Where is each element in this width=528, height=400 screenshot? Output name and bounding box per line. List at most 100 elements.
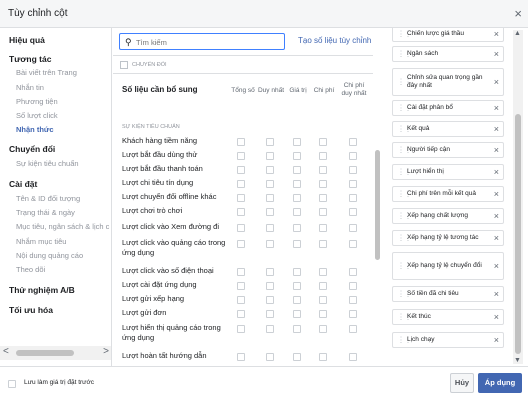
event-checkbox-total[interactable]: [237, 310, 245, 318]
remove-icon[interactable]: ×: [494, 189, 499, 199]
event-checkbox-cost[interactable]: [319, 138, 327, 146]
event-checkbox-unique-cost[interactable]: [349, 268, 357, 276]
event-checkbox-cost[interactable]: [319, 282, 327, 290]
event-checkbox-unique[interactable]: [266, 138, 274, 146]
event-checkbox-value[interactable]: [293, 138, 301, 146]
sidebar-section-conversions[interactable]: Chuyển đổi: [9, 144, 55, 154]
event-checkbox-unique-cost[interactable]: [349, 138, 357, 146]
scroll-down-arrow-icon[interactable]: ▼: [514, 357, 521, 364]
event-checkbox-total[interactable]: [237, 325, 245, 333]
remove-icon[interactable]: ×: [494, 29, 499, 39]
selected-column-chip[interactable]: ⋮⋮ Cài đặt phân bổ ×: [392, 100, 504, 116]
selected-column-chip[interactable]: ⋮⋮ Ngân sách ×: [392, 46, 504, 62]
event-checkbox-unique[interactable]: [266, 224, 274, 232]
event-checkbox-unique-cost[interactable]: [349, 325, 357, 333]
apply-button[interactable]: Áp dụng: [478, 373, 522, 393]
sidebar-item-ad-creative[interactable]: Nội dung quảng cáo: [16, 251, 83, 260]
save-preset-checkbox[interactable]: [8, 380, 16, 388]
event-checkbox-total[interactable]: [237, 208, 245, 216]
event-checkbox-value[interactable]: [293, 296, 301, 304]
search-box[interactable]: ⚲: [119, 33, 285, 50]
selected-column-chip[interactable]: ⋮⋮ Xếp hạng chất lượng ×: [392, 208, 504, 224]
sidebar-section-settings[interactable]: Cài đặt: [9, 179, 37, 189]
event-checkbox-unique-cost[interactable]: [349, 180, 357, 188]
event-checkbox-unique[interactable]: [266, 353, 274, 361]
remove-icon[interactable]: ×: [494, 103, 499, 113]
selected-column-chip[interactable]: ⋮⋮ Chiến lược giá thầu ×: [392, 28, 504, 42]
sidebar-section-optimization[interactable]: Tối ưu hóa: [9, 305, 53, 315]
selected-column-chip[interactable]: ⋮⋮ Lượt hiển thị ×: [392, 164, 504, 180]
sidebar-item-messaging[interactable]: Nhắn tin: [16, 83, 44, 92]
event-checkbox-cost[interactable]: [319, 180, 327, 188]
selected-columns-scrollbar[interactable]: ▲ ▼: [513, 30, 523, 364]
sidebar-item-clicks[interactable]: Số lượt click: [16, 111, 58, 120]
event-checkbox-cost[interactable]: [319, 224, 327, 232]
event-checkbox-value[interactable]: [293, 325, 301, 333]
sidebar-section-performance[interactable]: Hiệu quả: [9, 35, 45, 45]
scrollbar-thumb[interactable]: [375, 150, 380, 260]
sidebar-section-engagement[interactable]: Tương tác: [9, 54, 51, 64]
event-checkbox-unique-cost[interactable]: [349, 224, 357, 232]
remove-icon[interactable]: ×: [494, 167, 499, 177]
event-checkbox-cost[interactable]: [319, 310, 327, 318]
remove-icon[interactable]: ×: [494, 211, 499, 221]
selected-column-chip[interactable]: ⋮⋮ Lịch chạy ×: [392, 332, 504, 348]
event-checkbox-cost[interactable]: [319, 166, 327, 174]
event-checkbox-value[interactable]: [293, 353, 301, 361]
selected-column-chip[interactable]: ⋮⋮ Xếp hạng tỷ lệ chuyển đổi ×: [392, 252, 504, 280]
cancel-button[interactable]: Hủy: [450, 373, 474, 393]
event-checkbox-value[interactable]: [293, 282, 301, 290]
event-checkbox-cost[interactable]: [319, 152, 327, 160]
sidebar-horizontal-scrollbar[interactable]: < >: [0, 346, 111, 360]
event-checkbox-total[interactable]: [237, 353, 245, 361]
scrollbar-thumb[interactable]: [515, 114, 521, 354]
event-checkbox-unique[interactable]: [266, 180, 274, 188]
event-checkbox-total[interactable]: [237, 282, 245, 290]
sidebar-item-standard-events[interactable]: Sự kiện tiêu chuẩn: [16, 159, 79, 168]
selected-column-chip[interactable]: ⋮⋮ Chỉnh sửa quan trọng gần đây nhất ×: [392, 68, 504, 96]
sidebar-item-awareness[interactable]: Nhận thức: [16, 125, 54, 134]
event-checkbox-value[interactable]: [293, 224, 301, 232]
event-checkbox-value[interactable]: [293, 166, 301, 174]
sidebar-item-targeting[interactable]: Nhắm mục tiêu: [16, 237, 66, 246]
event-checkbox-total[interactable]: [237, 138, 245, 146]
sidebar-item-tracking[interactable]: Theo dõi: [16, 265, 45, 274]
event-checkbox-cost[interactable]: [319, 240, 327, 248]
event-checkbox-total[interactable]: [237, 166, 245, 174]
remove-icon[interactable]: ×: [494, 77, 499, 87]
scroll-up-arrow-icon[interactable]: ▲: [514, 30, 521, 37]
remove-icon[interactable]: ×: [494, 124, 499, 134]
event-checkbox-unique-cost[interactable]: [349, 240, 357, 248]
sidebar-item-media[interactable]: Phương tiện: [16, 97, 58, 106]
metrics-scrollbar[interactable]: [375, 30, 381, 364]
selected-column-chip[interactable]: ⋮⋮ Kết quả ×: [392, 121, 504, 137]
remove-icon[interactable]: ×: [494, 312, 499, 322]
sidebar-item-objective-budget[interactable]: Mục tiêu, ngân sách & lịch c: [16, 222, 109, 231]
event-checkbox-unique[interactable]: [266, 240, 274, 248]
event-checkbox-unique[interactable]: [266, 310, 274, 318]
event-checkbox-value[interactable]: [293, 310, 301, 318]
sidebar-section-ab-test[interactable]: Thử nghiệm A/B: [9, 285, 75, 295]
event-checkbox-total[interactable]: [237, 240, 245, 248]
event-checkbox-cost[interactable]: [319, 208, 327, 216]
event-checkbox-unique-cost[interactable]: [349, 353, 357, 361]
selected-checkbox[interactable]: [120, 61, 128, 69]
event-checkbox-unique-cost[interactable]: [349, 166, 357, 174]
event-checkbox-unique[interactable]: [266, 268, 274, 276]
selected-column-chip[interactable]: ⋮⋮ Kết thúc ×: [392, 309, 504, 325]
event-checkbox-cost[interactable]: [319, 268, 327, 276]
event-checkbox-value[interactable]: [293, 208, 301, 216]
remove-icon[interactable]: ×: [494, 261, 499, 271]
event-checkbox-unique[interactable]: [266, 166, 274, 174]
remove-icon[interactable]: ×: [494, 335, 499, 345]
event-checkbox-cost[interactable]: [319, 296, 327, 304]
event-checkbox-unique-cost[interactable]: [349, 282, 357, 290]
event-checkbox-unique[interactable]: [266, 296, 274, 304]
sidebar-item-object-names[interactable]: Tên & ID đối tượng: [16, 194, 80, 203]
selected-column-chip[interactable]: ⋮⋮ Số tiền đã chi tiêu ×: [392, 286, 504, 302]
selected-column-chip[interactable]: ⋮⋮ Người tiếp cận ×: [392, 142, 504, 158]
event-checkbox-total[interactable]: [237, 296, 245, 304]
event-checkbox-unique[interactable]: [266, 208, 274, 216]
remove-icon[interactable]: ×: [494, 49, 499, 59]
remove-icon[interactable]: ×: [494, 145, 499, 155]
